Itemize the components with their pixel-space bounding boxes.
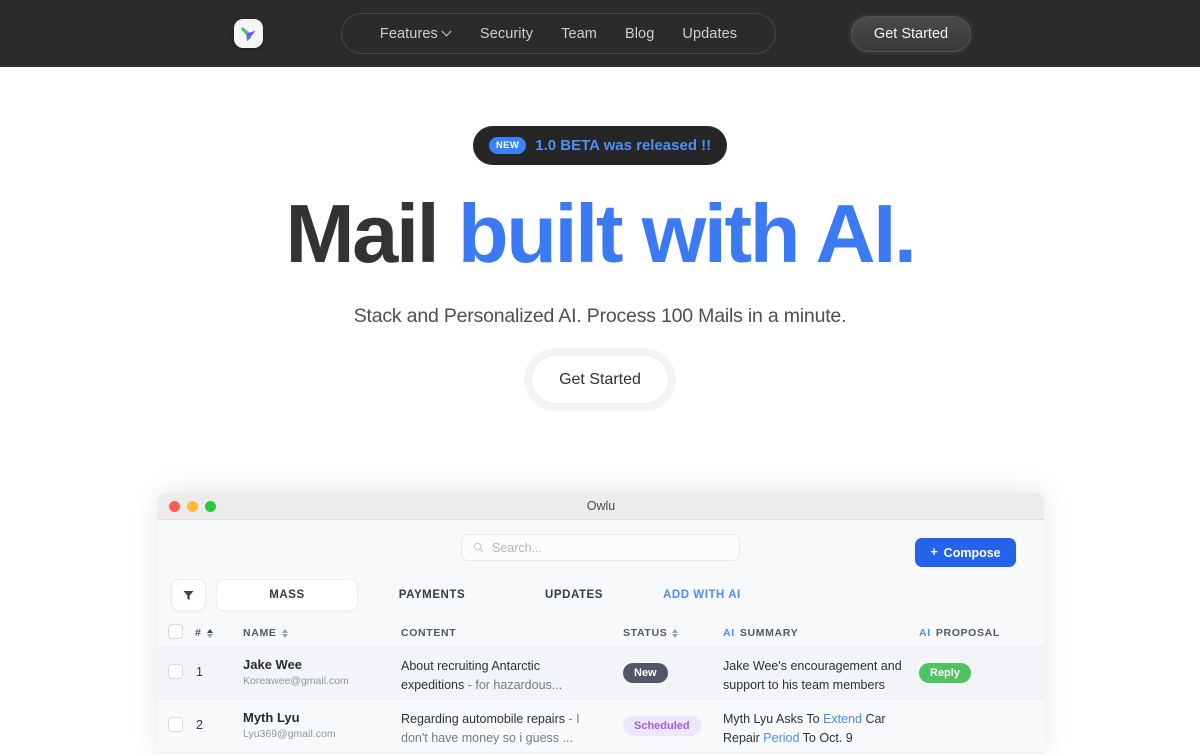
column-header-num[interactable]: # [195,627,213,639]
sort-icon-name[interactable] [281,628,288,638]
row-sender: Myth Lyu Lyu369@gmail.com [243,710,336,740]
column-header-content-label: CONTENT [401,627,457,639]
nav-item-updates-label: Updates [682,25,738,42]
row-sender: Jake Wee Koreawee@gmail.com [243,657,349,687]
page-title-plain: Mail [285,187,458,280]
column-header-status[interactable]: STATUS [623,627,679,639]
nav-item-security-label: Security [479,25,534,42]
tab-add-with-ai-label: ADD WITH AI [663,589,741,601]
row-content-subject: Regarding automobile repairs [401,712,569,726]
nav-item-blog[interactable]: Blog [625,26,654,42]
row-sender-name: Jake Wee [243,657,303,672]
filter-button[interactable] [171,579,206,611]
row-number: 2 [196,718,203,732]
row-status: New [623,663,668,683]
row-sender-name: Myth Lyu [243,710,300,725]
column-header-ai-proposal-label: PROPOSAL [935,627,1000,639]
select-all-checkbox[interactable] [168,624,183,639]
nav-item-features-label: Features [379,25,438,42]
row-ai-summary-text: Jake Wee's encouragement and support to … [723,659,902,692]
hero-get-started-label: Get Started [559,370,641,388]
compose-button-label: Compose [943,545,1001,560]
hero-subtitle: Stack and Personalized AI. Process 100 M… [353,305,847,327]
proposal-badge[interactable]: Reply [919,663,971,683]
row-content-preview: - for hazardous... [467,677,563,692]
table-header: # NAME CONTENT STATUS AI SUMMARY AI PROP… [158,618,1044,647]
row-sender-email: Koreawee@gmail.com [243,675,349,687]
status-badge: Scheduled [623,716,701,736]
tab-payments[interactable]: PAYMENTS [372,579,492,611]
tab-add-with-ai[interactable]: ADD WITH AI [663,579,783,611]
app-window-preview: Owlu Search... + Compose MASS PAYMENTS U… [158,493,1044,755]
column-header-ai-summary-prefix: AI [723,627,735,639]
nav-item-team[interactable]: Team [561,26,597,42]
row-ai-proposal: Reply [919,663,971,683]
tab-payments-label: PAYMENTS [398,589,466,601]
tabs-row: MASS PAYMENTS UPDATES ADD WITH AI [158,576,1044,618]
nav-item-blog-label: Blog [624,25,655,42]
nav-item-features[interactable]: Features [380,26,452,42]
compose-button[interactable]: + Compose [915,538,1016,567]
hero-get-started-button[interactable]: Get Started [531,355,669,404]
top-navbar: Features Security Team Blog Updates Get … [0,0,1200,67]
row-checkbox[interactable] [168,664,183,679]
row-content: About recruiting Antarctic expeditions -… [401,657,591,695]
table-row[interactable]: 1 Jake Wee Koreawee@gmail.com About recr… [158,647,1044,700]
row-ai-summary-text: Myth Lyu Asks To [723,712,824,726]
row-content: Regarding automobile repairs - I don't h… [401,710,591,748]
nav-item-security[interactable]: Security [480,26,533,42]
tab-mass[interactable]: MASS [216,579,358,611]
hero-section: NEW 1.0 BETA was released !! Mail built … [0,126,1200,404]
row-ai-summary: Jake Wee's encouragement and support to … [723,657,913,695]
column-header-ai-proposal[interactable]: AI PROPOSAL [919,627,1000,639]
tab-mass-label: MASS [269,589,305,601]
row-ai-summary-highlight-period: Period [763,730,800,745]
release-badge[interactable]: NEW 1.0 BETA was released !! [473,126,727,165]
nav-item-team-label: Team [561,25,597,42]
column-header-ai-summary[interactable]: AI SUMMARY [723,627,798,639]
tab-updates[interactable]: UPDATES [514,579,634,611]
column-header-name[interactable]: NAME [243,627,288,639]
chevron-down-icon [443,28,452,37]
app-toolbar: Search... + Compose [158,520,1044,576]
logo-arrow-icon [240,26,256,41]
nav-links-group: Features Security Team Blog Updates [341,13,776,54]
plus-icon: + [930,545,938,560]
nav-get-started-label: Get Started [873,26,949,42]
row-ai-summary: Myth Lyu Asks To Extend Car Repair Perio… [723,710,913,748]
column-header-status-label: STATUS [623,627,668,639]
page-title-accent: built with AI. [457,187,917,280]
column-header-name-label: NAME [243,627,277,639]
column-header-num-label: # [195,627,202,639]
row-status: Scheduled [623,716,701,736]
row-ai-summary-text-3: To Oct. 9 [799,730,853,745]
filter-funnel-icon [183,590,194,600]
column-header-ai-summary-label: SUMMARY [739,627,799,639]
column-header-content[interactable]: CONTENT [401,627,456,639]
status-badge: New [623,663,668,683]
sort-icon-status[interactable] [672,628,679,638]
release-badge-tag: NEW [488,137,527,154]
nav-get-started-button[interactable]: Get Started [851,16,971,52]
sort-icon-num[interactable] [206,628,213,638]
table-row[interactable]: 2 Myth Lyu Lyu369@gmail.com Regarding au… [158,700,1044,753]
page-title: Mail built with AI. [0,192,1200,275]
row-sender-email: Lyu369@gmail.com [243,728,336,740]
row-number: 1 [196,665,203,679]
owlu-logo-icon[interactable] [234,19,263,48]
column-header-ai-proposal-prefix: AI [919,627,931,639]
row-ai-summary-highlight-extend: Extend [823,712,862,726]
search-placeholder: Search... [492,540,543,555]
window-titlebar: Owlu [158,493,1044,520]
search-input[interactable]: Search... [461,534,740,561]
release-badge-text: 1.0 BETA was released !! [535,137,712,154]
search-icon [473,542,484,553]
row-checkbox[interactable] [168,717,183,732]
tab-updates-label: UPDATES [545,589,603,601]
nav-item-updates[interactable]: Updates [682,26,737,42]
window-title: Owlu [586,499,616,513]
